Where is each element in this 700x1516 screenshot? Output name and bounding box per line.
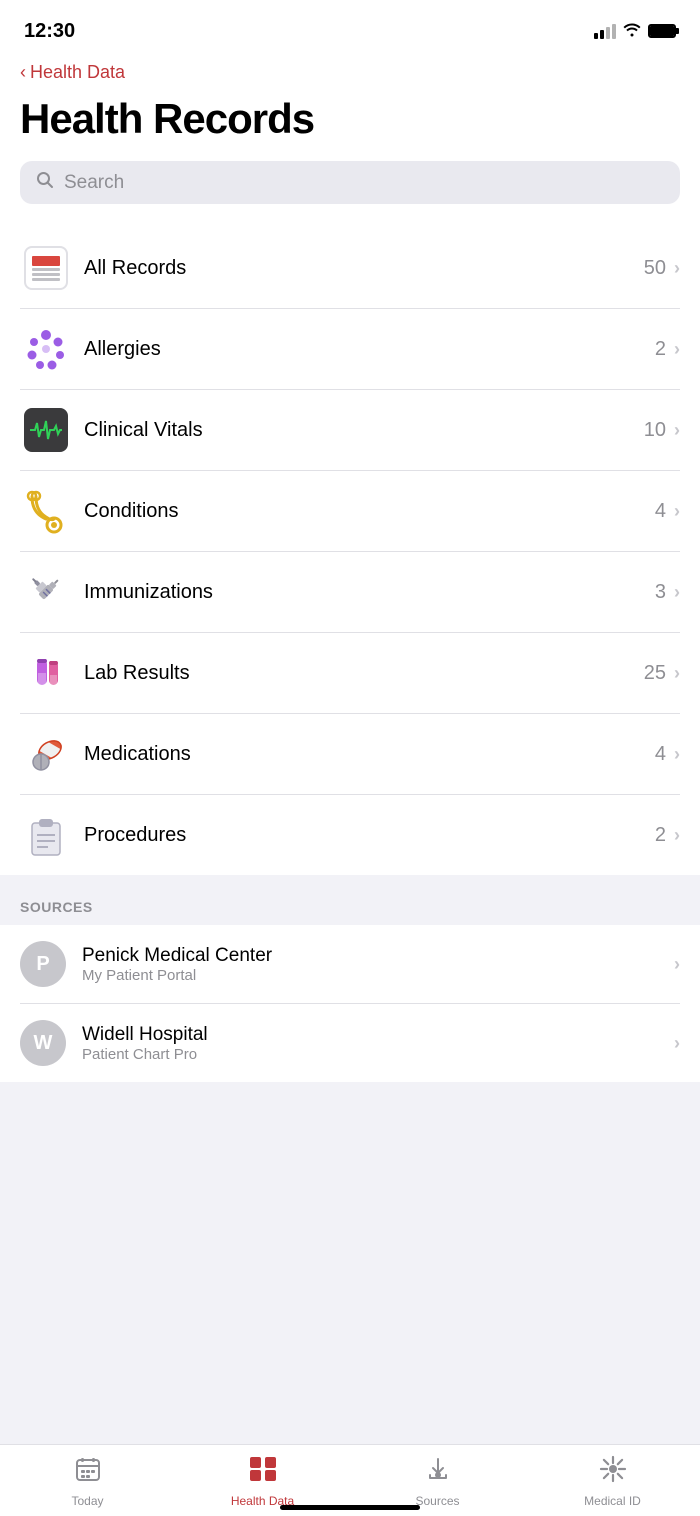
sources-label: SOURCES <box>20 899 93 915</box>
tab-health-data[interactable]: Health Data <box>175 1455 350 1508</box>
medications-icon <box>20 728 72 780</box>
source-item-penick[interactable]: P Penick Medical Center My Patient Porta… <box>20 925 680 1004</box>
main-content: Health Records Search All Records 50 <box>0 87 700 875</box>
vitals-count: 10 <box>644 419 666 442</box>
medications-label: Medications <box>84 743 655 766</box>
penick-avatar: P <box>20 941 66 987</box>
source-item-widell[interactable]: W Widell Hospital Patient Chart Pro › <box>20 1004 680 1082</box>
penick-info: Penick Medical Center My Patient Portal <box>82 945 674 984</box>
list-item-lab-results[interactable]: Lab Results 25 › <box>20 633 680 714</box>
conditions-label: Conditions <box>84 500 655 523</box>
all-records-label: All Records <box>84 257 644 280</box>
widell-info: Widell Hospital Patient Chart Pro <box>82 1024 674 1063</box>
penick-sub: My Patient Portal <box>82 967 674 984</box>
procedures-icon <box>20 809 72 861</box>
status-time: 12:30 <box>24 20 75 43</box>
tab-sources-label: Sources <box>415 1494 459 1508</box>
immunizations-icon <box>20 566 72 618</box>
widell-avatar: W <box>20 1020 66 1066</box>
chevron-right-icon: › <box>674 258 680 279</box>
page-title: Health Records <box>20 95 680 143</box>
vitals-icon <box>20 404 72 456</box>
conditions-count: 4 <box>655 500 666 523</box>
list-item-conditions[interactable]: Conditions 4 › <box>20 471 680 552</box>
lab-results-label: Lab Results <box>84 662 644 685</box>
widell-name: Widell Hospital <box>82 1024 674 1046</box>
list-item-vitals[interactable]: Clinical Vitals 10 › <box>20 390 680 471</box>
tab-medical-id-label: Medical ID <box>584 1494 641 1508</box>
widell-sub: Patient Chart Pro <box>82 1046 674 1063</box>
chevron-right-icon: › <box>674 1033 680 1054</box>
all-records-count: 50 <box>644 257 666 280</box>
procedures-label: Procedures <box>84 824 655 847</box>
chevron-right-icon: › <box>674 825 680 846</box>
status-bar: 12:30 <box>0 0 700 54</box>
sources-icon <box>424 1455 452 1490</box>
chevron-right-icon: › <box>674 420 680 441</box>
procedures-count: 2 <box>655 824 666 847</box>
list-item-immunizations[interactable]: Immunizations 3 › <box>20 552 680 633</box>
list-item-medications[interactable]: Medications 4 › <box>20 714 680 795</box>
status-icons <box>594 21 676 42</box>
penick-name: Penick Medical Center <box>82 945 674 967</box>
tab-medical-id[interactable]: Medical ID <box>525 1455 700 1508</box>
records-list: All Records 50 › Allergies 2 <box>20 228 680 875</box>
today-icon <box>74 1455 102 1490</box>
list-item-procedures[interactable]: Procedures 2 › <box>20 795 680 875</box>
allergies-icon <box>20 323 72 375</box>
tab-today-label: Today <box>71 1494 103 1508</box>
health-data-icon <box>248 1455 278 1490</box>
home-indicator <box>280 1505 420 1510</box>
search-icon <box>36 171 54 194</box>
lab-results-count: 25 <box>644 662 666 685</box>
back-button[interactable]: ‹ Health Data <box>20 62 680 83</box>
list-item-all-records[interactable]: All Records 50 › <box>20 228 680 309</box>
search-bar[interactable]: Search <box>20 161 680 204</box>
chevron-right-icon: › <box>674 744 680 765</box>
battery-icon <box>648 24 676 38</box>
chevron-right-icon: › <box>674 501 680 522</box>
chevron-right-icon: › <box>674 339 680 360</box>
conditions-icon <box>20 485 72 537</box>
chevron-left-icon: ‹ <box>20 62 26 83</box>
chevron-right-icon: › <box>674 663 680 684</box>
back-label: Health Data <box>30 62 125 83</box>
allergies-count: 2 <box>655 338 666 361</box>
sources-section: SOURCES <box>0 875 700 925</box>
medications-count: 4 <box>655 743 666 766</box>
immunizations-label: Immunizations <box>84 581 655 604</box>
search-placeholder: Search <box>64 172 124 194</box>
vitals-label: Clinical Vitals <box>84 419 644 442</box>
medical-id-icon <box>599 1455 627 1490</box>
chevron-right-icon: › <box>674 954 680 975</box>
chevron-right-icon: › <box>674 582 680 603</box>
nav-back[interactable]: ‹ Health Data <box>0 54 700 87</box>
list-item-allergies[interactable]: Allergies 2 › <box>20 309 680 390</box>
sources-list: P Penick Medical Center My Patient Porta… <box>0 925 700 1082</box>
tab-sources[interactable]: Sources <box>350 1455 525 1508</box>
signal-icon <box>594 23 616 39</box>
immunizations-count: 3 <box>655 581 666 604</box>
wifi-icon <box>622 21 642 42</box>
allergies-label: Allergies <box>84 338 655 361</box>
tab-today[interactable]: Today <box>0 1455 175 1508</box>
lab-results-icon <box>20 647 72 699</box>
all-records-icon <box>20 242 72 294</box>
